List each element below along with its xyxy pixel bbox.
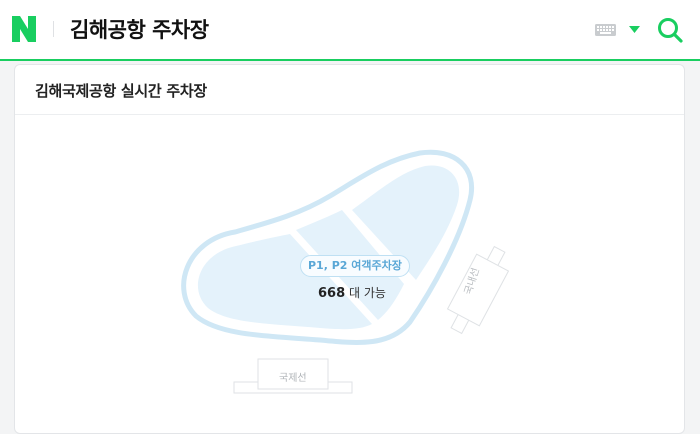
parking-lot-name-badge[interactable]: P1, P2 여객주차장 xyxy=(300,255,410,277)
domestic-terminal-building xyxy=(446,245,510,335)
international-terminal-label: 국제선 xyxy=(279,373,307,384)
parking-map xyxy=(181,149,510,394)
available-spaces: 668 대 가능 xyxy=(318,284,386,301)
available-suffix: 대 가능 xyxy=(348,286,386,300)
available-count: 668 xyxy=(318,286,346,301)
